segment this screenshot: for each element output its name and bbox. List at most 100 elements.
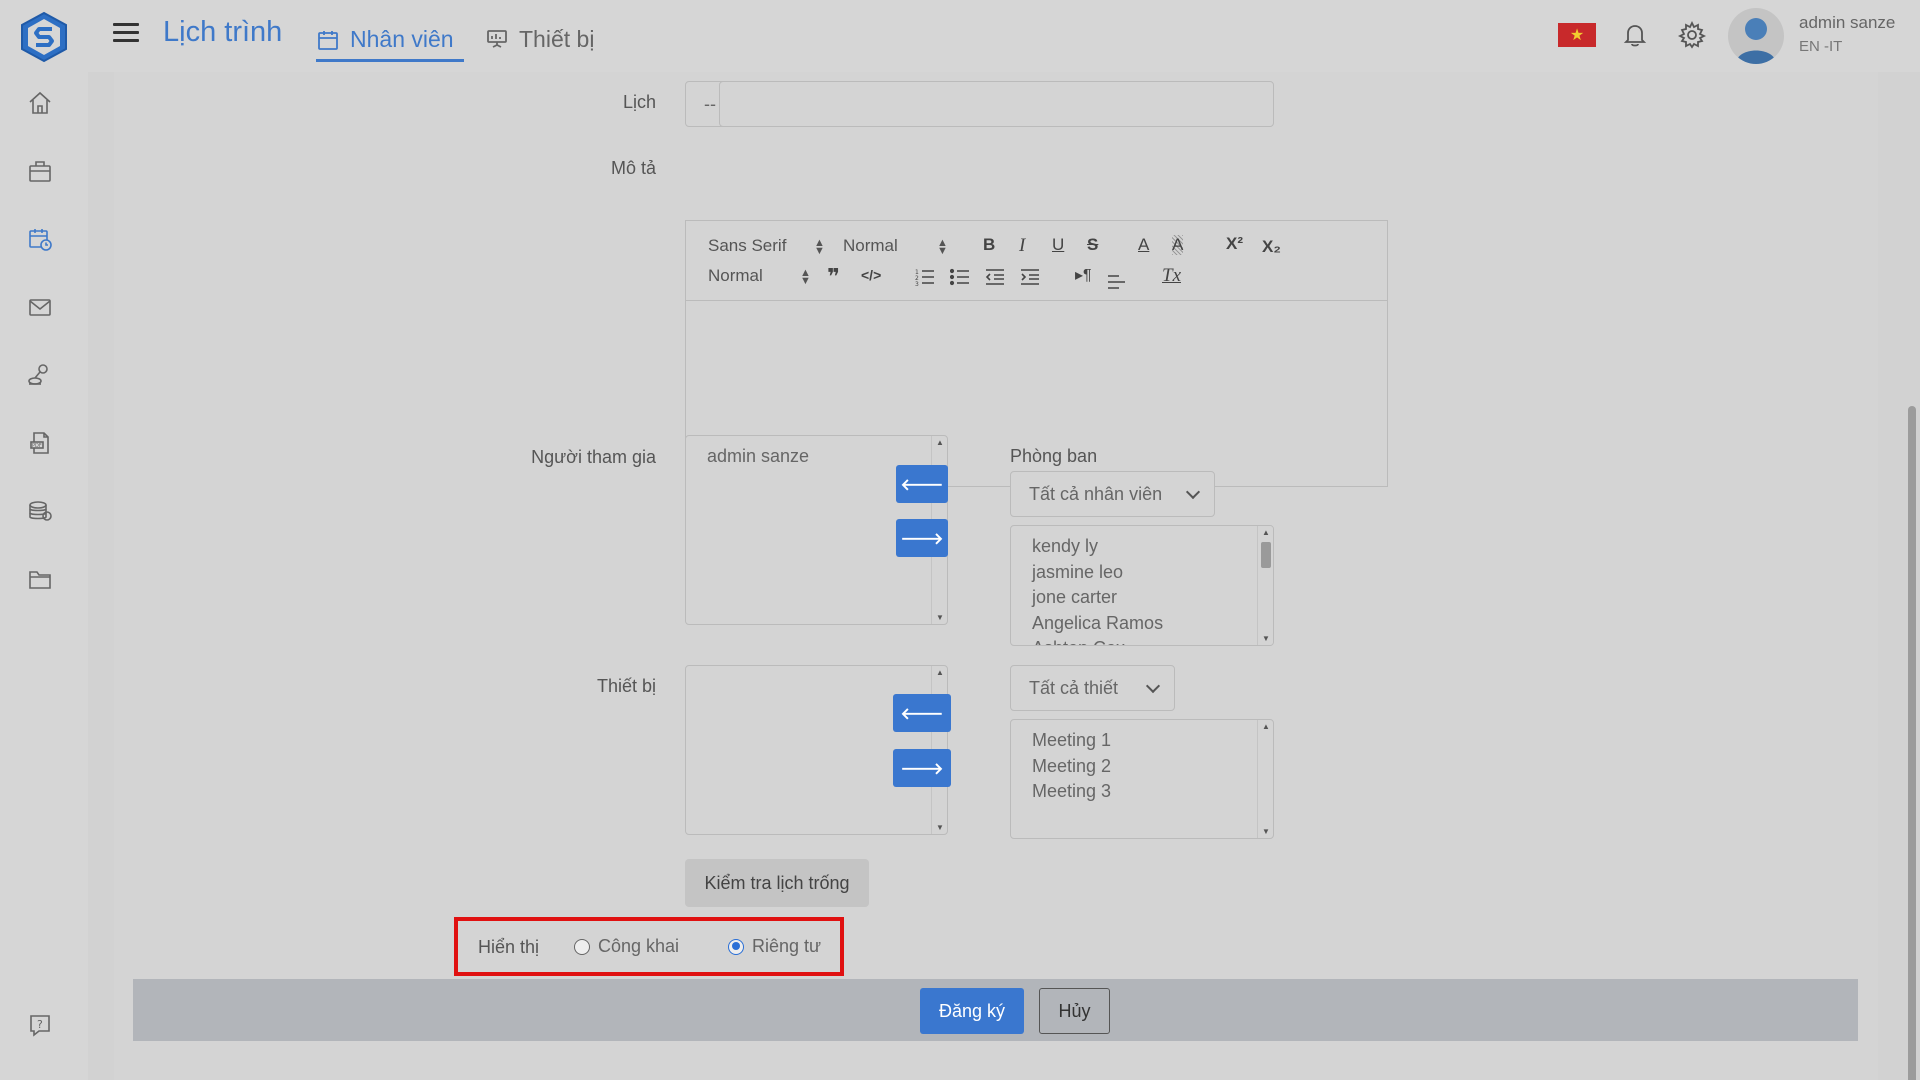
svg-text:PDF: PDF bbox=[32, 443, 42, 449]
home-icon[interactable] bbox=[26, 89, 54, 117]
list-item[interactable]: admin sanze bbox=[707, 444, 809, 470]
calendar-icon bbox=[318, 30, 338, 50]
list-item[interactable]: jasmine leo bbox=[1032, 560, 1163, 586]
cancel-button[interactable]: Hủy bbox=[1039, 988, 1110, 1034]
visibility-highlight: Hiển thị Công khai Riêng tư bbox=[454, 917, 844, 976]
device-filter-select-value: Tất cả thiết bbox=[1029, 677, 1119, 698]
scroll-down-icon[interactable]: ▼ bbox=[936, 823, 944, 832]
list-item[interactable]: Meeting 2 bbox=[1032, 754, 1111, 780]
stamp-icon[interactable] bbox=[26, 361, 54, 389]
bell-icon[interactable] bbox=[1620, 20, 1650, 50]
size-picker[interactable]: Normal bbox=[843, 236, 898, 256]
scroll-up-icon[interactable]: ▲ bbox=[1262, 528, 1270, 537]
scroll-up-icon[interactable]: ▲ bbox=[1262, 722, 1270, 731]
clear-format-icon[interactable]: Tx bbox=[1162, 265, 1181, 287]
app-logo-icon[interactable] bbox=[19, 11, 69, 63]
sidebar: PDF ? bbox=[0, 0, 88, 1080]
scroll-up-icon[interactable]: ▲ bbox=[936, 438, 944, 447]
user-silhouette-icon bbox=[1736, 18, 1776, 64]
scrollbar[interactable]: ▲ ▼ bbox=[1257, 720, 1273, 838]
move-device-left-button[interactable]: 🡐 bbox=[893, 694, 951, 732]
background-color-icon[interactable]: A bbox=[1172, 235, 1184, 255]
list-item[interactable]: Meeting 1 bbox=[1032, 728, 1111, 754]
chevron-down-icon bbox=[1185, 484, 1201, 500]
ordered-list-icon[interactable]: 123 bbox=[915, 267, 935, 287]
move-device-right-button[interactable]: 🡒 bbox=[893, 749, 951, 787]
superscript-icon[interactable]: X² bbox=[1226, 234, 1243, 254]
list-item[interactable]: Ashton Cox bbox=[1032, 636, 1163, 645]
page-scroll-thumb[interactable] bbox=[1908, 406, 1916, 1080]
submit-button[interactable]: Đăng ký bbox=[920, 988, 1024, 1034]
arrow-right-icon: 🡒 bbox=[900, 530, 944, 548]
mail-icon[interactable] bbox=[26, 293, 54, 321]
heading-picker[interactable]: Normal bbox=[708, 266, 763, 286]
radio-private-label: Riêng tư bbox=[752, 936, 822, 956]
italic-icon[interactable]: I bbox=[1019, 235, 1025, 257]
font-picker-arrows-icon: ▲ ▼ bbox=[814, 237, 825, 257]
list-item[interactable]: jone carter bbox=[1032, 585, 1163, 611]
scroll-down-icon[interactable]: ▼ bbox=[1262, 827, 1270, 836]
radio-private-circle[interactable] bbox=[728, 938, 744, 955]
language-flag-icon[interactable]: ★ bbox=[1558, 23, 1596, 47]
app-title: Lịch trình bbox=[163, 16, 283, 48]
svg-text:3: 3 bbox=[915, 281, 919, 287]
arrow-left-icon: 🡐 bbox=[900, 705, 944, 723]
department-label: Phòng ban bbox=[1010, 446, 1098, 466]
outdent-icon[interactable] bbox=[985, 267, 1005, 287]
help-icon[interactable]: ? bbox=[26, 1011, 54, 1039]
device-filter-select[interactable]: Tất cả thiết bbox=[1010, 665, 1175, 711]
scroll-thumb[interactable] bbox=[1261, 542, 1271, 568]
pdf-document-icon[interactable]: PDF bbox=[26, 429, 54, 457]
code-icon[interactable]: </> bbox=[861, 267, 881, 283]
bold-icon[interactable]: B bbox=[983, 235, 995, 255]
strikethrough-icon[interactable]: S bbox=[1087, 235, 1098, 255]
list-item[interactable]: kendy ly bbox=[1032, 534, 1163, 560]
radio-public[interactable]: Công khai bbox=[574, 936, 679, 957]
calendar-clock-icon[interactable] bbox=[26, 225, 54, 253]
available-employees-list[interactable]: kendy ly jasmine leo jone carter Angelic… bbox=[1010, 525, 1274, 646]
scroll-down-icon[interactable]: ▼ bbox=[936, 613, 944, 622]
scrollbar[interactable]: ▲ ▼ bbox=[1257, 526, 1273, 645]
editor-toolbar: Sans Serif ▲ ▼ Normal ▲ ▼ B I U S A A X² X… bbox=[686, 221, 1387, 301]
coins-icon[interactable] bbox=[26, 497, 54, 525]
subscript-icon[interactable]: X₂ bbox=[1262, 237, 1281, 257]
indent-icon[interactable] bbox=[1020, 267, 1040, 287]
calendar-text-input[interactable] bbox=[719, 81, 1274, 127]
check-availability-button[interactable]: Kiểm tra lịch trống bbox=[685, 859, 869, 907]
text-direction-icon[interactable]: ▸¶ bbox=[1075, 265, 1092, 285]
list-item[interactable]: Meeting 3 bbox=[1032, 779, 1111, 805]
text-color-icon[interactable]: A bbox=[1138, 235, 1149, 255]
tab-devices-label: Thiết bị bbox=[519, 25, 595, 52]
avatar[interactable] bbox=[1728, 8, 1784, 64]
move-left-button[interactable]: 🡐 bbox=[896, 465, 948, 503]
menu-toggle-icon[interactable] bbox=[113, 23, 139, 45]
tab-devices[interactable]: Thiết bị bbox=[485, 22, 594, 56]
radio-public-circle[interactable] bbox=[574, 938, 590, 955]
projector-board-icon bbox=[487, 30, 507, 48]
bullet-list-icon[interactable] bbox=[950, 267, 970, 287]
blockquote-icon[interactable]: ❞ bbox=[827, 264, 840, 290]
participants-label: Người tham gia bbox=[531, 447, 656, 467]
gear-icon[interactable] bbox=[1677, 20, 1707, 50]
arrow-right-icon: 🡒 bbox=[900, 760, 944, 778]
radio-private[interactable]: Riêng tư bbox=[728, 936, 821, 957]
move-right-button[interactable]: 🡒 bbox=[896, 519, 948, 557]
font-picker[interactable]: Sans Serif bbox=[708, 236, 786, 256]
top-header: Lịch trình Nhân viên Thiết bị ★ admin sa… bbox=[88, 0, 1920, 72]
arrow-left-icon: 🡐 bbox=[900, 476, 944, 494]
form-actions-bar: Đăng ký Hủy bbox=[133, 979, 1858, 1041]
department-select-value: Tất cả nhân viên bbox=[1029, 483, 1163, 504]
tab-employees[interactable]: Nhân viên bbox=[316, 22, 464, 62]
department-select[interactable]: Tất cả nhân viên bbox=[1010, 471, 1215, 517]
scroll-up-icon[interactable]: ▲ bbox=[936, 668, 944, 677]
list-item[interactable]: Angelica Ramos bbox=[1032, 611, 1163, 637]
briefcase-icon[interactable] bbox=[26, 157, 54, 185]
svg-text:?: ? bbox=[37, 1018, 43, 1031]
scroll-down-icon[interactable]: ▼ bbox=[1262, 634, 1270, 643]
available-devices-list[interactable]: Meeting 1 Meeting 2 Meeting 3 ▲ ▼ bbox=[1010, 719, 1274, 839]
user-name: admin sanze bbox=[1799, 13, 1896, 32]
page-scrollbar[interactable] bbox=[1904, 72, 1920, 1080]
folder-icon[interactable] bbox=[26, 565, 54, 593]
align-icon[interactable] bbox=[1107, 270, 1127, 290]
underline-icon[interactable]: U bbox=[1052, 235, 1064, 255]
